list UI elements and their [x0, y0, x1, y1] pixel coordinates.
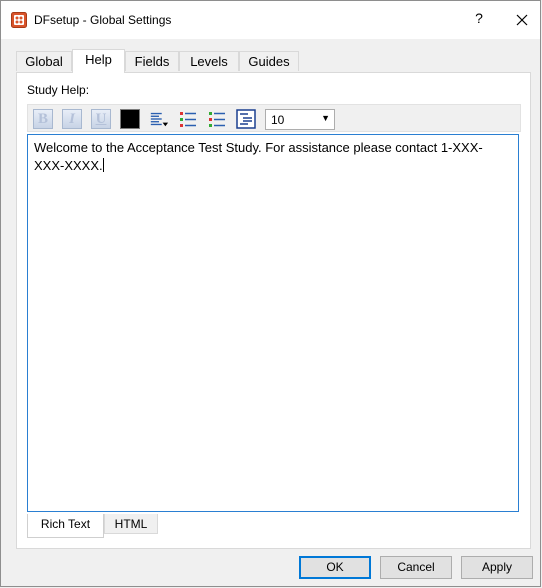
title-bar: DFsetup - Global Settings ? [1, 1, 540, 39]
help-text-content: Welcome to the Acceptance Test Study. Fo… [34, 140, 483, 173]
indent-icon[interactable] [236, 109, 256, 129]
text-color-button[interactable] [120, 109, 140, 129]
tab-fields[interactable]: Fields [125, 51, 179, 71]
italic-button[interactable]: I [62, 109, 82, 129]
bold-button[interactable]: B [33, 109, 53, 129]
format-toolbar: B I U 10 ▼ [27, 104, 521, 132]
ok-button[interactable]: OK [299, 556, 371, 579]
window-title: DFsetup - Global Settings [34, 13, 172, 27]
numbered-list-icon[interactable] [207, 109, 227, 129]
align-dropdown-icon[interactable] [149, 109, 169, 129]
font-size-value: 10 [271, 113, 285, 127]
font-size-select[interactable]: 10 ▼ [265, 109, 335, 130]
tab-guides[interactable]: Guides [239, 51, 299, 71]
bullet-list-icon[interactable] [178, 109, 198, 129]
cancel-button[interactable]: Cancel [380, 556, 452, 579]
tab-html[interactable]: HTML [104, 514, 158, 534]
help-tab-panel: Study Help: B I U 10 ▼ Welcome to the Ac… [16, 72, 531, 549]
tab-help[interactable]: Help [72, 49, 125, 73]
close-icon[interactable] [513, 11, 531, 29]
dialog-window: DFsetup - Global Settings ? Global Help … [0, 0, 541, 587]
underline-button[interactable]: U [91, 109, 111, 129]
tab-levels[interactable]: Levels [179, 51, 239, 71]
app-icon [11, 12, 27, 28]
help-text-editor[interactable]: Welcome to the Acceptance Test Study. Fo… [27, 134, 519, 512]
chevron-down-icon: ▼ [321, 113, 330, 123]
help-button[interactable]: ? [471, 10, 487, 26]
text-caret [102, 158, 104, 172]
tab-global[interactable]: Global [16, 51, 72, 71]
study-help-label: Study Help: [27, 83, 90, 97]
apply-button[interactable]: Apply [461, 556, 533, 579]
tab-rich-text[interactable]: Rich Text [27, 514, 104, 538]
